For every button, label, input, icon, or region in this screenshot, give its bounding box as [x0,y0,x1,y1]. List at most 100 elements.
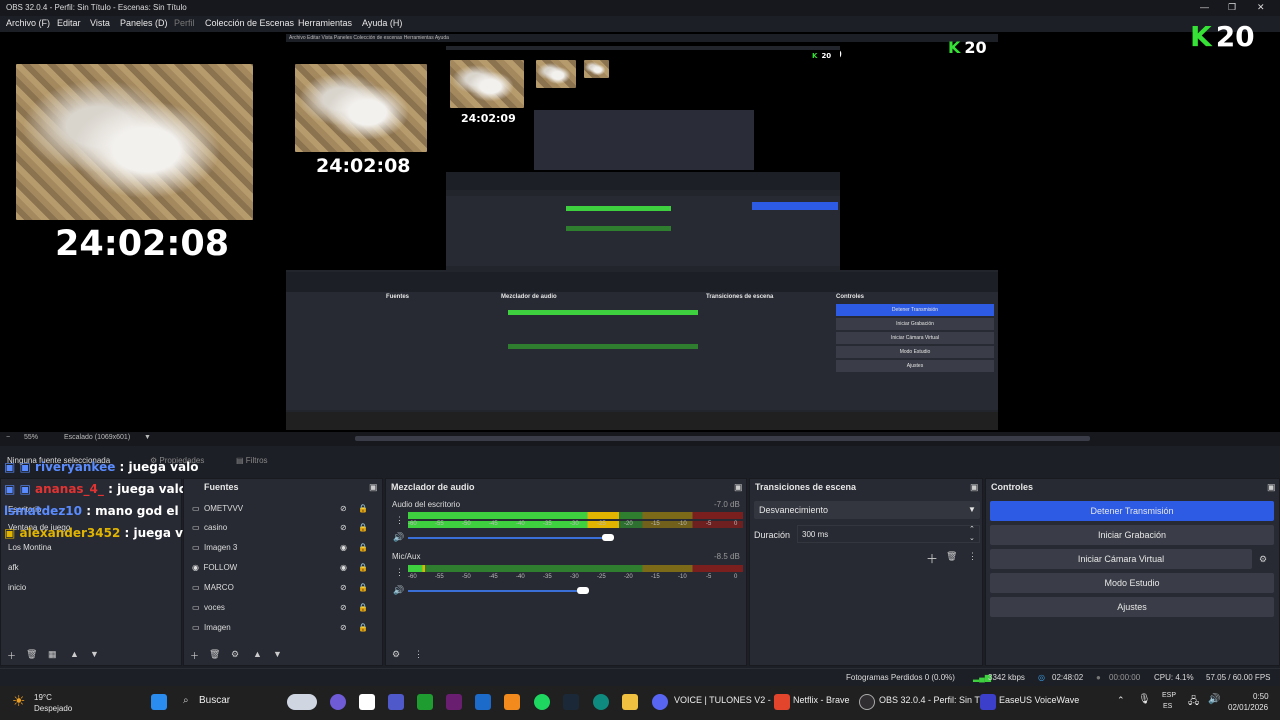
lock-icon[interactable]: 🔒 [358,603,368,612]
remove-scene-icon[interactable]: 🗑 [26,649,37,660]
eye-hidden-icon[interactable]: ⊘ [340,603,347,612]
source-down-icon[interactable]: ▼ [273,649,282,659]
source-row[interactable]: ▭ casino ⊘ 🔒 [192,523,378,532]
speaker-icon[interactable]: 🔊 [393,532,404,543]
source-row[interactable]: ▭ Imagen 3 ◉ 🔒 [192,543,378,552]
studio-mode-button[interactable]: Modo Estudio [990,573,1274,593]
minimize-icon[interactable]: — [1200,2,1209,12]
scene-item[interactable]: afk [8,563,19,572]
transition-select[interactable]: Desvanecimiento ▼ [754,501,980,519]
source-up-icon[interactable]: ▲ [253,649,262,659]
source-row[interactable]: ▭ OMETVVV ⊘ 🔒 [192,504,378,513]
gear-icon[interactable]: ⚙ [1259,554,1267,565]
controls-float-icon[interactable]: ▣ [1267,482,1276,493]
source-row[interactable]: ▭ voces ⊘ 🔒 [192,603,378,612]
speaker-icon[interactable]: 🔊 [393,585,404,596]
sources-float-icon[interactable]: ▣ [369,482,378,493]
scene-down-icon[interactable]: ▼ [90,649,99,659]
taskbar-search[interactable]: Buscar [199,695,230,706]
menu-archivo[interactable]: Archivo (F) [6,18,50,28]
source-row[interactable]: ▭ MARCO ⊘ 🔒 [192,583,378,592]
taskbar-app[interactable]: EaseUS VoiceWave [999,695,1079,705]
close-icon[interactable]: ✕ [1257,2,1265,13]
settings-button[interactable]: Ajustes [990,597,1274,617]
voicewave-icon[interactable] [980,694,996,710]
store-icon[interactable] [359,694,375,710]
app-a-icon[interactable] [504,694,520,710]
lang-2[interactable]: ES [1163,703,1172,710]
mixer-menu-icon[interactable]: ⋮ [414,649,423,660]
remove-transition-icon[interactable]: 🗑 [946,551,957,562]
teams-icon[interactable] [388,694,404,710]
zoom-dropdown-icon[interactable]: ▼ [144,434,151,441]
lock-icon[interactable]: 🔒 [358,623,368,632]
volume-slider[interactable] [408,590,583,592]
channel-menu-icon[interactable]: ⋮ [395,567,404,578]
obs-icon[interactable] [859,694,875,710]
clock-time[interactable]: 0:50 [1253,692,1269,701]
volume-icon[interactable]: 🔊 [1208,694,1220,705]
outlook-icon[interactable] [475,694,491,710]
brave-icon[interactable] [774,694,790,710]
add-scene-icon[interactable]: ＋ [7,649,16,662]
copilot-icon[interactable] [330,694,346,710]
channel-menu-icon[interactable]: ⋮ [395,515,404,526]
transition-menu-icon[interactable]: ⋮ [968,551,977,562]
remove-source-icon[interactable]: 🗑 [209,649,220,660]
mixer-float-icon[interactable]: ▣ [734,482,743,493]
menu-paneles[interactable]: Paneles (D) [120,18,168,28]
source-row[interactable]: ◉ FOLLOW ◉ 🔒 [192,563,378,572]
lock-icon[interactable]: 🔒 [358,563,368,572]
stepper-up-icon[interactable]: ⌃ [969,525,975,533]
discord-icon[interactable] [652,694,668,710]
eye-hidden-icon[interactable]: ⊘ [340,523,347,532]
source-row[interactable]: ▭ Imagen ⊘ 🔒 [192,623,378,632]
eye-icon[interactable]: ◉ [340,543,347,552]
explorer-icon[interactable] [622,694,638,710]
network-icon[interactable]: 🖧 [1188,694,1199,711]
eye-hidden-icon[interactable]: ⊘ [340,623,347,632]
nvidia-icon[interactable] [417,694,433,710]
clock-date[interactable]: 02/01/2026 [1228,703,1268,712]
volume-knob[interactable] [602,534,614,541]
eye-icon[interactable]: ◉ [340,563,347,572]
tray-chevron-icon[interactable]: ⌃ [1117,695,1125,706]
taskbar-app[interactable]: Netflix - Brave [793,695,850,705]
volume-knob[interactable] [577,587,589,594]
lock-icon[interactable]: 🔒 [358,523,368,532]
transitions-float-icon[interactable]: ▣ [970,482,979,493]
eye-hidden-icon[interactable]: ⊘ [340,583,347,592]
add-source-icon[interactable]: ＋ [190,649,199,662]
lang-1[interactable]: ESP [1162,692,1176,699]
zoom-minus-icon[interactable]: − [6,434,10,441]
source-props-icon[interactable]: ⚙ [231,649,239,660]
mic-icon[interactable]: 🎙 [1138,694,1151,705]
spotify-icon[interactable] [534,694,550,710]
steam-icon[interactable] [563,694,579,710]
lock-icon[interactable]: 🔒 [358,583,368,592]
add-transition-icon[interactable]: ＋ [926,550,938,567]
menu-vista[interactable]: Vista [90,18,110,28]
lock-icon[interactable]: 🔒 [358,543,368,552]
menu-editar[interactable]: Editar [57,18,81,28]
menu-coleccion[interactable]: Colección de Escenas [205,18,294,28]
scene-up-icon[interactable]: ▲ [70,649,79,659]
start-record-button[interactable]: Iniciar Grabación [990,525,1274,545]
eye-hidden-icon[interactable]: ⊘ [340,504,347,513]
search-icon[interactable]: ⌕ [183,695,189,706]
volume-slider[interactable] [408,537,608,539]
menu-ayuda[interactable]: Ayuda (H) [362,18,402,28]
stepper-down-icon[interactable]: ⌄ [969,534,975,542]
windows-start-icon[interactable] [151,694,167,710]
edge-icon[interactable] [593,694,609,710]
taskbar-app[interactable]: OBS 32.0.4 - Perfil: Sin T [879,695,980,705]
taskbar-app[interactable]: VOICE | TULONES V2 - E [674,695,779,705]
preview-canvas[interactable]: 24:02:08 Archivo Editar Vista Paneles Co… [0,20,1280,432]
menu-herramientas[interactable]: Herramientas [298,18,352,28]
menu-perfil[interactable]: Perfil [174,18,195,28]
stop-stream-button[interactable]: Detener Transmisión [990,501,1274,521]
start-vcam-button[interactable]: Iniciar Cámara Virtual [990,549,1252,569]
scene-filters-icon[interactable]: ▦ [48,649,57,660]
editor-icon[interactable] [446,694,462,710]
scene-item[interactable]: inicio [8,583,26,592]
